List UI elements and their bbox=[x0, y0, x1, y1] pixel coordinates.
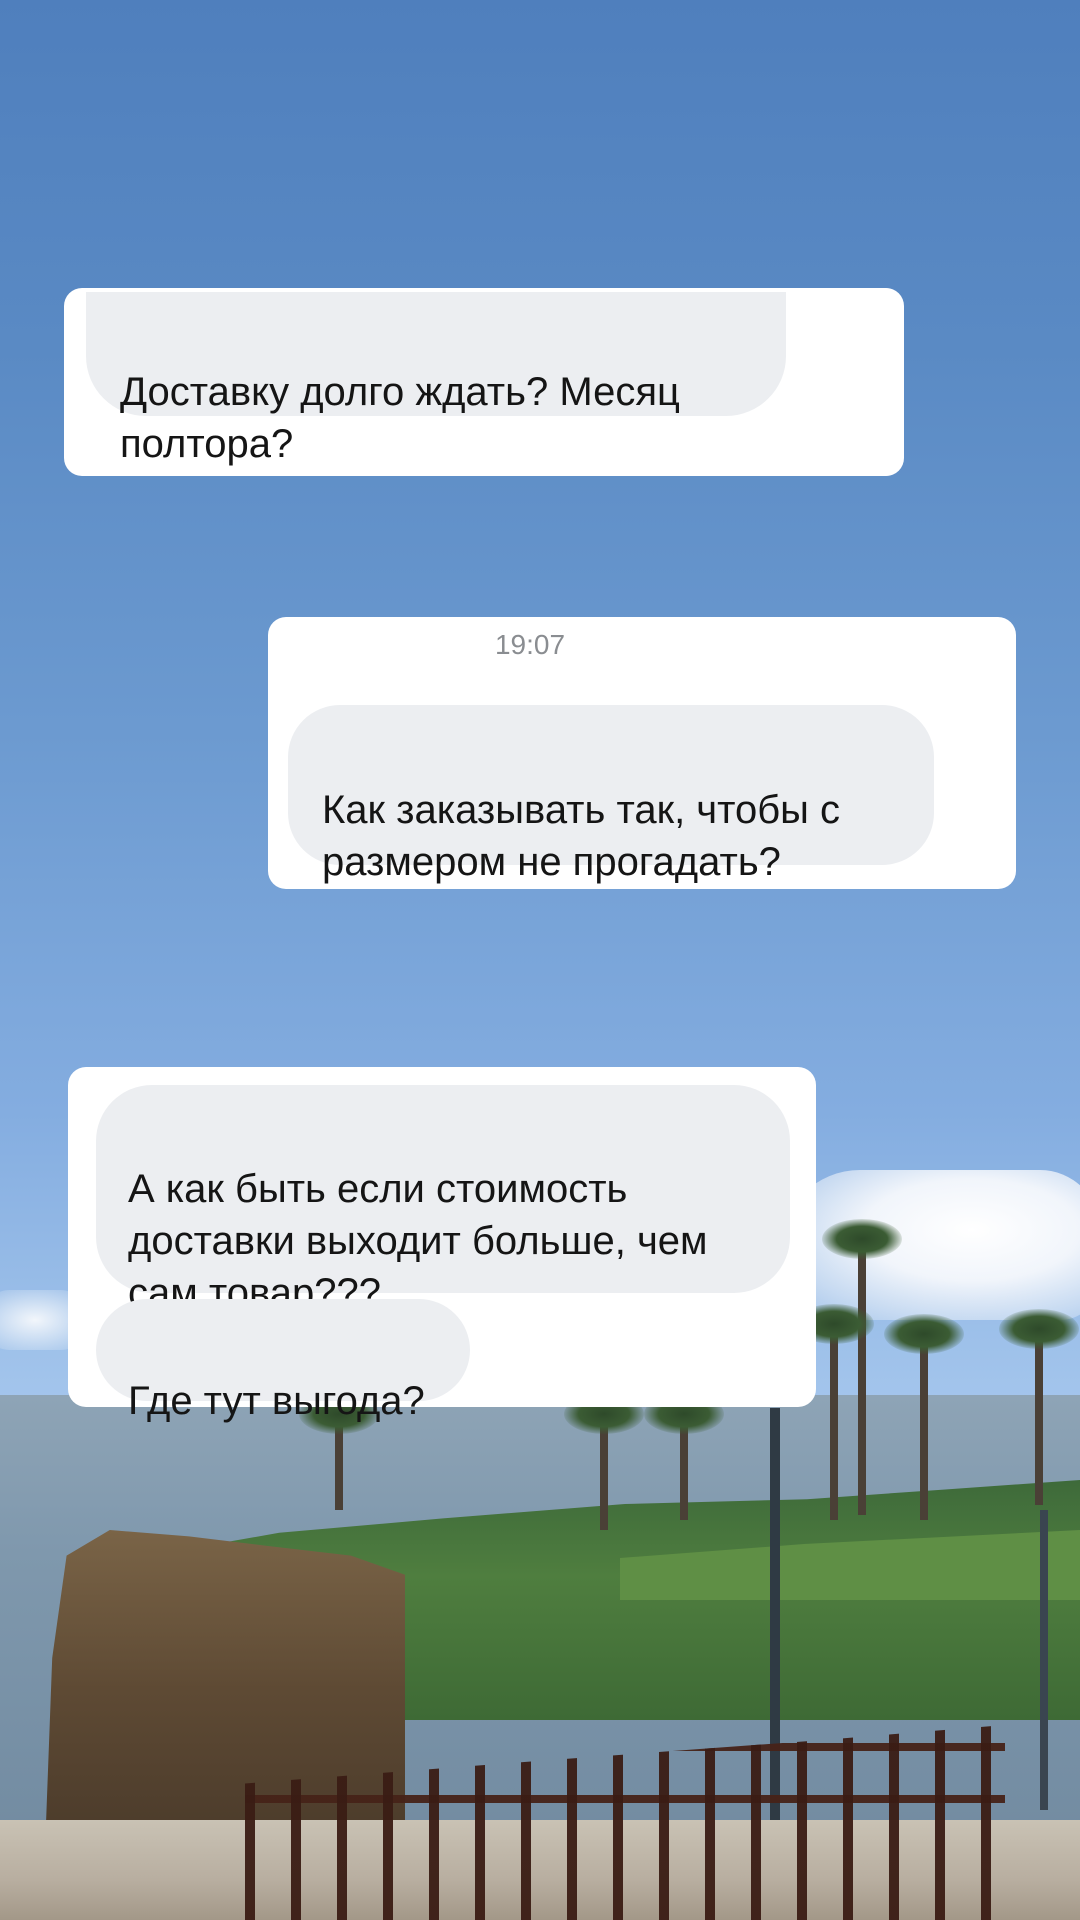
palm-tree bbox=[822, 1219, 902, 1515]
message-bubble: Доставку долго ждать? Месяц полтора? bbox=[86, 292, 786, 466]
message-text: А как быть если стоимость доставки выход… bbox=[128, 1167, 708, 1315]
palm-tree bbox=[299, 1394, 379, 1510]
palm-tree bbox=[884, 1314, 964, 1520]
palm-tree bbox=[999, 1309, 1079, 1505]
message-text: Как заказывать так, чтобы с размером не … bbox=[322, 788, 841, 884]
message-card-2: 19:07 Как заказывать так, чтобы с размер… bbox=[268, 617, 1016, 889]
message-bubble: Где тут выгода? bbox=[96, 1299, 470, 1423]
palm-tree bbox=[564, 1394, 644, 1530]
message-bubble: Как заказывать так, чтобы с размером не … bbox=[288, 705, 934, 884]
message-bubble: А как быть если стоимость доставки выход… bbox=[96, 1085, 790, 1315]
lamp-pole bbox=[1040, 1510, 1048, 1810]
message-card-1: Доставку долго ждать? Месяц полтора? bbox=[64, 288, 904, 476]
message-card-3: А как быть если стоимость доставки выход… bbox=[68, 1067, 816, 1423]
message-timestamp: 19:07 bbox=[494, 629, 566, 660]
palm-tree bbox=[794, 1304, 874, 1520]
palm-tree bbox=[644, 1394, 724, 1520]
message-text: Где тут выгода? bbox=[128, 1379, 425, 1423]
message-text: Доставку долго ждать? Месяц полтора? bbox=[120, 370, 680, 466]
